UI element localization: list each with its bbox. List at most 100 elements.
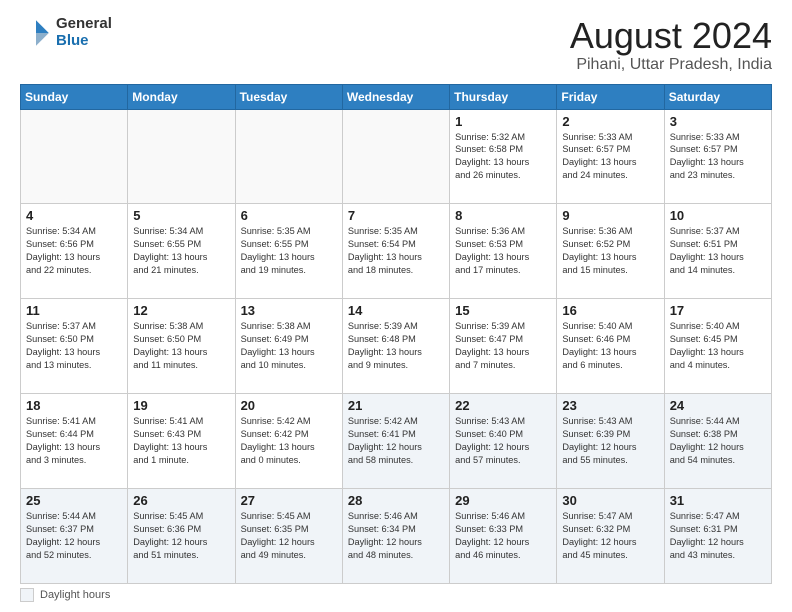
calendar-cell: 25 Sunrise: 5:44 AM Sunset: 6:37 PM Dayli… [21,489,128,584]
calendar-cell: 21 Sunrise: 5:42 AM Sunset: 6:41 PM Dayli… [342,394,449,489]
day-number: 30 [562,493,658,508]
day-info: Sunrise: 5:37 AM Sunset: 6:50 PM Dayligh… [26,320,122,372]
calendar-cell: 6 Sunrise: 5:35 AM Sunset: 6:55 PM Daylig… [235,204,342,299]
calendar-table: Sunday Monday Tuesday Wednesday Thursday… [20,84,772,584]
day-info: Sunrise: 5:47 AM Sunset: 6:32 PM Dayligh… [562,510,658,562]
day-number: 10 [670,208,766,223]
day-number: 8 [455,208,551,223]
day-info: Sunrise: 5:37 AM Sunset: 6:51 PM Dayligh… [670,225,766,277]
subtitle: Pihani, Uttar Pradesh, India [570,56,772,74]
calendar-cell [235,109,342,204]
calendar-cell: 10 Sunrise: 5:37 AM Sunset: 6:51 PM Dayli… [664,204,771,299]
day-info: Sunrise: 5:39 AM Sunset: 6:48 PM Dayligh… [348,320,444,372]
logo-icon [20,17,52,49]
calendar-cell: 18Sunrise: 5:41 AM Sunset: 6:44 PM Dayli… [21,394,128,489]
col-sunday: Sunday [21,84,128,109]
day-number: 6 [241,208,337,223]
calendar-cell: 11 Sunrise: 5:37 AM Sunset: 6:50 PM Dayli… [21,299,128,394]
calendar-cell: 8 Sunrise: 5:36 AM Sunset: 6:53 PM Daylig… [450,204,557,299]
calendar-cell: 14 Sunrise: 5:39 AM Sunset: 6:48 PM Dayli… [342,299,449,394]
day-number: 17 [670,303,766,318]
day-info: Sunrise: 5:47 AM Sunset: 6:31 PM Dayligh… [670,510,766,562]
day-info: Sunrise: 5:44 AM Sunset: 6:37 PM Dayligh… [26,510,122,562]
calendar-cell: 26 Sunrise: 5:45 AM Sunset: 6:36 PM Dayli… [128,489,235,584]
day-info: Sunrise: 5:45 AM Sunset: 6:36 PM Dayligh… [133,510,229,562]
calendar-cell: 1Sunrise: 5:32 AM Sunset: 6:58 PM Daylig… [450,109,557,204]
day-info: Sunrise: 5:39 AM Sunset: 6:47 PM Dayligh… [455,320,551,372]
footer-label: Daylight hours [40,589,110,601]
title-block: August 2024 Pihani, Uttar Pradesh, India [570,16,772,74]
calendar-cell: 13Sunrise: 5:38 AM Sunset: 6:49 PM Dayli… [235,299,342,394]
day-info: Sunrise: 5:41 AM Sunset: 6:43 PM Dayligh… [133,415,229,467]
day-number: 31 [670,493,766,508]
day-number: 2 [562,114,658,129]
col-tuesday: Tuesday [235,84,342,109]
calendar-week-1: 1Sunrise: 5:32 AM Sunset: 6:58 PM Daylig… [21,109,772,204]
col-saturday: Saturday [664,84,771,109]
day-number: 29 [455,493,551,508]
day-info: Sunrise: 5:36 AM Sunset: 6:53 PM Dayligh… [455,225,551,277]
day-number: 24 [670,398,766,413]
calendar-cell: 28Sunrise: 5:46 AM Sunset: 6:34 PM Dayli… [342,489,449,584]
day-number: 15 [455,303,551,318]
day-info: Sunrise: 5:32 AM Sunset: 6:58 PM Dayligh… [455,131,551,183]
calendar-cell: 16Sunrise: 5:40 AM Sunset: 6:46 PM Dayli… [557,299,664,394]
day-info: Sunrise: 5:45 AM Sunset: 6:35 PM Dayligh… [241,510,337,562]
calendar-cell: 23 Sunrise: 5:43 AM Sunset: 6:39 PM Dayli… [557,394,664,489]
col-friday: Friday [557,84,664,109]
day-info: Sunrise: 5:34 AM Sunset: 6:55 PM Dayligh… [133,225,229,277]
day-number: 25 [26,493,122,508]
calendar-cell [128,109,235,204]
calendar-cell [21,109,128,204]
day-number: 18 [26,398,122,413]
day-info: Sunrise: 5:43 AM Sunset: 6:39 PM Dayligh… [562,415,658,467]
calendar-cell: 29Sunrise: 5:46 AM Sunset: 6:33 PM Dayli… [450,489,557,584]
day-number: 21 [348,398,444,413]
header: General Blue August 2024 Pihani, Uttar P… [20,16,772,74]
calendar-cell: 15 Sunrise: 5:39 AM Sunset: 6:47 PM Dayli… [450,299,557,394]
calendar-cell: 22Sunrise: 5:43 AM Sunset: 6:40 PM Dayli… [450,394,557,489]
day-number: 26 [133,493,229,508]
day-info: Sunrise: 5:38 AM Sunset: 6:49 PM Dayligh… [241,320,337,372]
main-title: August 2024 [570,16,772,56]
logo-general-text: General [56,16,112,33]
calendar-cell: 31 Sunrise: 5:47 AM Sunset: 6:31 PM Dayli… [664,489,771,584]
day-number: 14 [348,303,444,318]
logo-text: General Blue [56,16,112,49]
calendar-cell: 5 Sunrise: 5:34 AM Sunset: 6:55 PM Daylig… [128,204,235,299]
day-info: Sunrise: 5:36 AM Sunset: 6:52 PM Dayligh… [562,225,658,277]
day-number: 12 [133,303,229,318]
day-number: 5 [133,208,229,223]
day-info: Sunrise: 5:42 AM Sunset: 6:41 PM Dayligh… [348,415,444,467]
calendar-cell: 19Sunrise: 5:41 AM Sunset: 6:43 PM Dayli… [128,394,235,489]
calendar-week-5: 25 Sunrise: 5:44 AM Sunset: 6:37 PM Dayli… [21,489,772,584]
day-info: Sunrise: 5:40 AM Sunset: 6:45 PM Dayligh… [670,320,766,372]
logo: General Blue [20,16,112,49]
calendar-header-row: Sunday Monday Tuesday Wednesday Thursday… [21,84,772,109]
calendar-cell [342,109,449,204]
col-monday: Monday [128,84,235,109]
day-number: 3 [670,114,766,129]
day-info: Sunrise: 5:38 AM Sunset: 6:50 PM Dayligh… [133,320,229,372]
calendar-cell: 7 Sunrise: 5:35 AM Sunset: 6:54 PM Daylig… [342,204,449,299]
daylight-box [20,588,34,602]
col-thursday: Thursday [450,84,557,109]
day-number: 23 [562,398,658,413]
day-number: 28 [348,493,444,508]
calendar-cell: 24Sunrise: 5:44 AM Sunset: 6:38 PM Dayli… [664,394,771,489]
day-number: 7 [348,208,444,223]
day-number: 16 [562,303,658,318]
calendar-cell: 9Sunrise: 5:36 AM Sunset: 6:52 PM Daylig… [557,204,664,299]
calendar-cell: 4Sunrise: 5:34 AM Sunset: 6:56 PM Daylig… [21,204,128,299]
logo-blue-text: Blue [56,33,112,50]
calendar-cell: 27Sunrise: 5:45 AM Sunset: 6:35 PM Dayli… [235,489,342,584]
day-number: 11 [26,303,122,318]
calendar-cell: 12 Sunrise: 5:38 AM Sunset: 6:50 PM Dayli… [128,299,235,394]
calendar-week-2: 4Sunrise: 5:34 AM Sunset: 6:56 PM Daylig… [21,204,772,299]
day-info: Sunrise: 5:33 AM Sunset: 6:57 PM Dayligh… [670,131,766,183]
calendar-week-4: 18Sunrise: 5:41 AM Sunset: 6:44 PM Dayli… [21,394,772,489]
day-info: Sunrise: 5:35 AM Sunset: 6:54 PM Dayligh… [348,225,444,277]
calendar-week-3: 11 Sunrise: 5:37 AM Sunset: 6:50 PM Dayli… [21,299,772,394]
day-info: Sunrise: 5:35 AM Sunset: 6:55 PM Dayligh… [241,225,337,277]
calendar-cell: 30 Sunrise: 5:47 AM Sunset: 6:32 PM Dayli… [557,489,664,584]
